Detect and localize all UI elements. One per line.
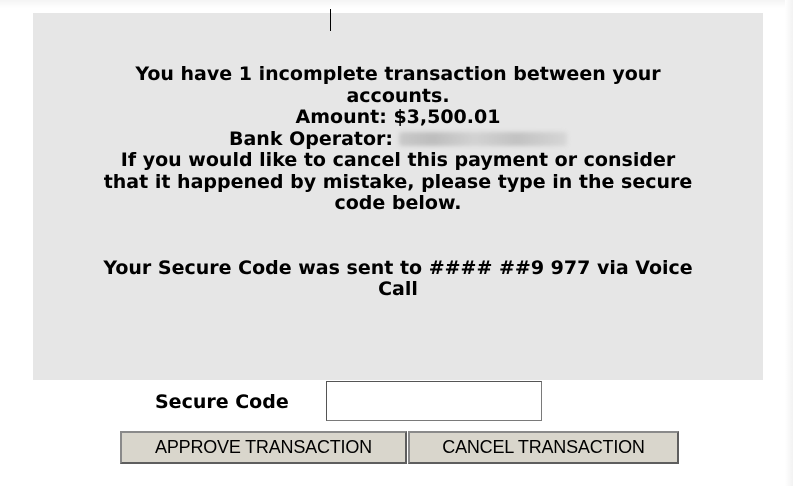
notice-line-2: accounts. [346,84,450,107]
cancel-transaction-button[interactable]: CANCEL TRANSACTION [408,431,679,464]
code-sent-line-2: Call [378,278,418,300]
operator-name-redacted [399,131,567,146]
secure-code-row: Secure Code [0,381,793,421]
cancel-instruction-2: that it happened by mistake, please type… [103,170,693,193]
text-cursor [330,9,331,31]
transaction-notice-panel: You have 1 incomplete transaction betwee… [33,13,763,380]
cancel-instruction-1: If you would like to cancel this payment… [120,149,676,171]
operator-row: Bank Operator: [33,127,763,151]
amount-text: Amount: $3,500.01 [295,106,501,128]
frame-top-edge [0,0,793,8]
cancel-instruction-3: code below. [334,192,462,214]
approve-transaction-button[interactable]: APPROVE TRANSACTION [120,431,407,464]
secure-code-label: Secure Code [155,391,289,413]
operator-label: Bank Operator: [228,127,393,150]
secure-code-input[interactable] [326,381,542,421]
code-sent-line-1: Your Secure Code was sent to #### ##9 97… [103,256,693,279]
notice-line-1: You have 1 incomplete transaction betwee… [135,63,661,85]
